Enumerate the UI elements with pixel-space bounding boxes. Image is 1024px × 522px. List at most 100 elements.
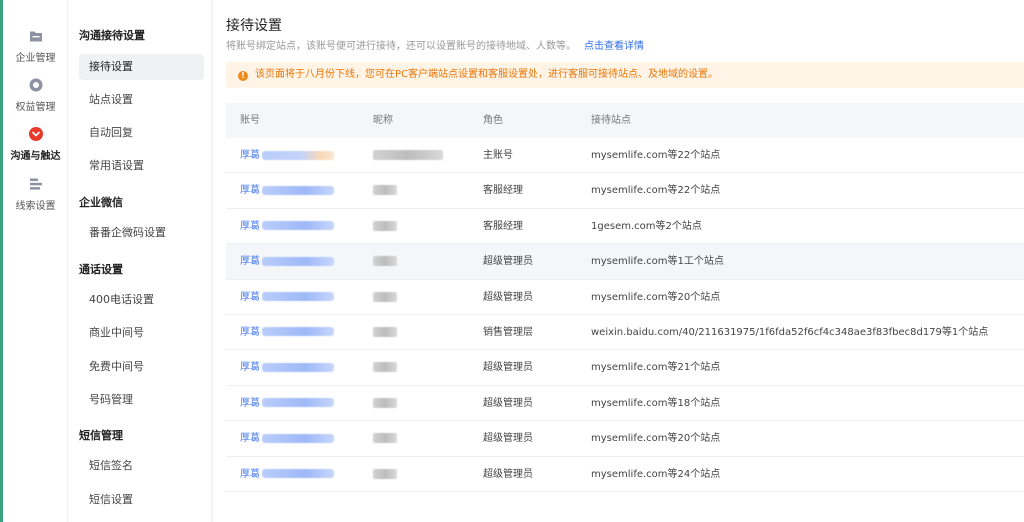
- menu-item-common-phrases[interactable]: 常用语设置: [79, 153, 204, 179]
- account-cell: 厚葛: [240, 350, 334, 385]
- nav-label: 沟通与触达: [10, 151, 61, 162]
- redacted-nickname: [373, 291, 397, 302]
- deprecation-notice: ! 该页面将于八月份下线，您可在PC客户端站点设置和客服设置处，进行客服可接待站点…: [226, 62, 1024, 88]
- redacted-nickname: [373, 150, 443, 160]
- menu-item-number-management[interactable]: 号码管理: [79, 387, 204, 413]
- page-description-text: 将账号绑定站点，该账号便可进行接待，还可以设置账号的接待地域、人数等。: [226, 41, 576, 52]
- account-cell: 厚葛: [240, 457, 334, 492]
- circle-icon: [29, 78, 42, 92]
- details-link[interactable]: 点击查看详情: [584, 41, 644, 52]
- header-nickname: 昵称: [373, 115, 393, 126]
- sites-cell: mysemlife.com等24个站点: [591, 468, 721, 480]
- table-row: 厚葛 客服经理 mysemlife.com等22个站点: [226, 173, 1024, 209]
- redacted-account: [262, 398, 334, 408]
- account-link[interactable]: 厚葛: [240, 362, 260, 373]
- role-cell: 超级管理员: [483, 362, 533, 374]
- table-row: 厚葛 主账号 mysemlife.com等22个站点: [226, 138, 1024, 174]
- sites-cell: mysemlife.com等20个站点: [591, 291, 721, 303]
- menu-item-free-middle-number[interactable]: 免费中间号: [79, 354, 204, 380]
- menu-item-site-settings[interactable]: 站点设置: [79, 87, 204, 113]
- nav-label: 企业管理: [15, 53, 56, 64]
- nav-item-enterprise[interactable]: 企业管理: [3, 28, 68, 64]
- redacted-nickname: [373, 468, 397, 479]
- role-cell: 销售管理层: [483, 326, 533, 338]
- nickname-cell: [373, 173, 397, 208]
- header-sites: 接待站点: [591, 115, 631, 126]
- primary-nav: 企业管理 权益管理 沟通与触达 线索设置: [3, 0, 68, 522]
- menu-group-title: 短信管理: [79, 429, 123, 442]
- role-cell: 客服经理: [483, 220, 523, 232]
- redacted-account: [262, 256, 334, 266]
- header-account: 账号: [240, 115, 260, 126]
- menu-group-title: 沟通接待设置: [79, 29, 145, 42]
- redacted-account: [262, 327, 334, 337]
- redacted-account: [262, 150, 334, 160]
- redacted-account: [262, 221, 334, 231]
- nickname-cell: [373, 350, 397, 385]
- role-cell: 超级管理员: [483, 256, 533, 268]
- nickname-cell: [373, 209, 397, 244]
- nav-item-benefits[interactable]: 权益管理: [3, 77, 68, 113]
- account-cell: 厚葛: [240, 173, 334, 208]
- account-link[interactable]: 厚葛: [240, 433, 260, 444]
- nickname-cell: [373, 315, 397, 350]
- account-cell: 厚葛: [240, 421, 334, 456]
- account-link[interactable]: 厚葛: [240, 150, 260, 161]
- menu-item-400-phone[interactable]: 400电话设置: [79, 287, 204, 313]
- account-cell: 厚葛: [240, 386, 334, 421]
- page-description: 将账号绑定站点，该账号便可进行接待，还可以设置账号的接待地域、人数等。 点击查看详…: [226, 37, 644, 52]
- nickname-cell: [373, 280, 397, 315]
- account-link[interactable]: 厚葛: [240, 185, 260, 196]
- account-cell: 厚葛: [240, 280, 334, 315]
- menu-item-sms-settings[interactable]: 短信设置: [79, 487, 204, 513]
- secondary-menu: 沟通接待设置 接待设置 站点设置 自动回复 常用语设置 企业微信 番番企微码设置…: [68, 0, 212, 522]
- redacted-nickname: [373, 256, 397, 267]
- table-row: 厚葛 超级管理员 mysemlife.com等24个站点: [226, 457, 1024, 492]
- sites-cell: mysemlife.com等22个站点: [591, 185, 721, 197]
- redacted-nickname: [373, 185, 397, 196]
- account-link[interactable]: 厚葛: [240, 221, 260, 232]
- account-link[interactable]: 厚葛: [240, 292, 260, 303]
- redacted-nickname: [373, 433, 397, 444]
- redacted-account: [262, 292, 334, 302]
- nav-label: 线索设置: [15, 201, 56, 212]
- account-cell: 厚葛: [240, 138, 334, 173]
- account-link[interactable]: 厚葛: [240, 398, 260, 409]
- table-row: 厚葛 超级管理员 mysemlife.com等1工个站点: [226, 244, 1024, 280]
- menu-item-sms-signature[interactable]: 短信签名: [79, 453, 204, 479]
- sites-cell: mysemlife.com等22个站点: [591, 150, 721, 161]
- nickname-cell: [373, 138, 443, 173]
- account-link[interactable]: 厚葛: [240, 469, 260, 480]
- redacted-nickname: [373, 326, 397, 337]
- redacted-account: [262, 433, 334, 443]
- menu-item-business-middle-number[interactable]: 商业中间号: [79, 320, 204, 346]
- role-cell: 客服经理: [483, 185, 523, 197]
- redacted-nickname: [373, 220, 397, 231]
- nav-label: 权益管理: [15, 102, 56, 113]
- account-cell: 厚葛: [240, 244, 334, 279]
- sites-cell: mysemlife.com等21个站点: [591, 362, 721, 374]
- sites-cell: mysemlife.com等20个站点: [591, 433, 721, 445]
- account-link[interactable]: 厚葛: [240, 256, 260, 267]
- menu-item-wecom-code[interactable]: 番番企微码设置: [79, 220, 204, 246]
- redacted-nickname: [373, 362, 397, 373]
- nav-item-communication[interactable]: 沟通与触达: [3, 126, 68, 162]
- nickname-cell: [373, 244, 397, 279]
- menu-item-auto-reply[interactable]: 自动回复: [79, 120, 204, 146]
- account-table: 账号 昵称 角色 接待站点 厚葛 主账号 mysemlife.com等22个站点…: [226, 103, 1024, 492]
- account-cell: 厚葛: [240, 315, 334, 350]
- nickname-cell: [373, 421, 397, 456]
- account-link[interactable]: 厚葛: [240, 327, 260, 338]
- menu-item-reception-settings[interactable]: 接待设置: [79, 54, 204, 80]
- warning-icon: !: [238, 71, 248, 81]
- nav-item-leads[interactable]: 线索设置: [3, 176, 68, 212]
- table-row: 厚葛 客服经理 1gesem.com等2个站点: [226, 209, 1024, 245]
- role-cell: 超级管理员: [483, 433, 533, 445]
- folder-icon: [29, 31, 42, 42]
- role-cell: 超级管理员: [483, 291, 533, 303]
- nickname-cell: [373, 457, 397, 492]
- redacted-account: [262, 469, 334, 479]
- header-role: 角色: [483, 115, 503, 126]
- nickname-cell: [373, 386, 397, 421]
- table-row: 厚葛 超级管理员 mysemlife.com等21个站点: [226, 350, 1024, 386]
